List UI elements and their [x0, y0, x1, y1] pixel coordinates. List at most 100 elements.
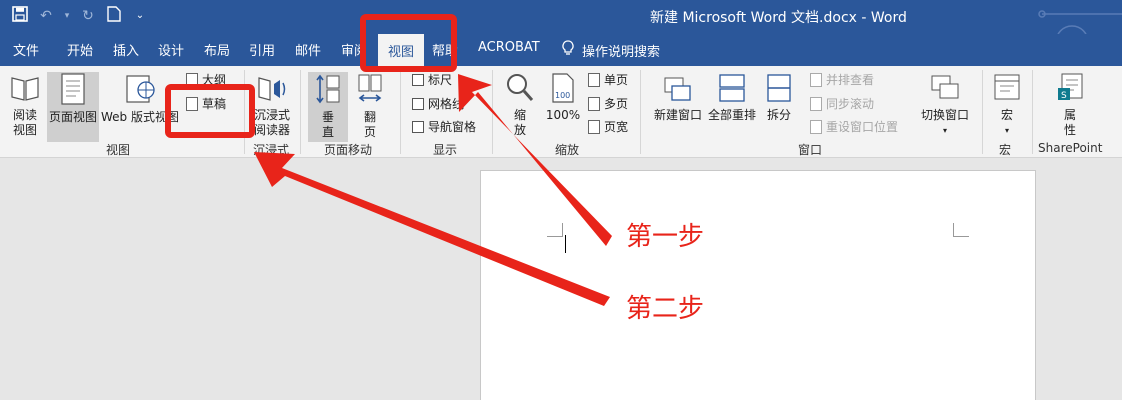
group-label-show: 显示 [433, 143, 458, 157]
sync-scroll-label: 同步滚动 [826, 97, 875, 111]
print-layout-label: 页面视图 [48, 110, 97, 124]
side-to-side-icon [358, 74, 382, 102]
print-layout-button[interactable]: 页面视图 [47, 72, 99, 142]
one-page-button[interactable]: 单页 [588, 71, 628, 88]
arrange-all-button[interactable]: 全部重排 [706, 72, 758, 123]
document-page[interactable] [480, 170, 1036, 400]
switch-windows-icon [931, 75, 959, 99]
group-separator [982, 70, 983, 154]
reset-position-icon [810, 119, 822, 134]
side-by-side-icon [810, 72, 822, 87]
group-label-window: 窗口 [798, 143, 823, 157]
new-window-button[interactable]: 新建窗口 [652, 72, 704, 123]
vertical-scroll-icon [316, 74, 340, 104]
arrange-all-icon [719, 74, 745, 102]
macros-label: 宏 [1000, 108, 1013, 122]
margin-mark-right [953, 223, 969, 237]
customize-undo-icon[interactable]: ▾ [62, 6, 72, 26]
group-label-immersive: 沉浸式 [253, 143, 290, 157]
reset-window-position-label: 重设窗口位置 [826, 120, 899, 134]
one-page-label: 单页 [604, 73, 629, 87]
step2-label: 第二步 [626, 294, 705, 324]
vertical-button[interactable]: 垂 直 [308, 72, 348, 142]
properties-button[interactable]: S 属 性 [1050, 72, 1090, 138]
nav-pane-label: 导航窗格 [428, 120, 477, 134]
switch-windows-button[interactable]: 切换窗口 ▾ [916, 72, 974, 138]
group-label-page-movement: 页面移动 [324, 143, 373, 157]
gridlines-check-icon[interactable] [412, 97, 424, 110]
tab-design[interactable]: 设计 [158, 40, 184, 59]
group-separator [1032, 70, 1033, 154]
ruler-checkbox[interactable]: 标尺 [412, 71, 452, 88]
save-icon[interactable] [10, 6, 30, 26]
print-layout-icon [61, 73, 85, 105]
title-bar: ↶ ▾ ↻ ⌄ 新建 Microsoft Word 文档.docx - Word [0, 0, 1122, 59]
lightbulb-icon [562, 40, 574, 60]
group-separator [400, 70, 401, 154]
tab-acrobat[interactable]: ACROBAT [478, 40, 540, 55]
read-mode-button[interactable]: 阅读 视图 [6, 72, 44, 138]
customize-qat-icon[interactable]: ⌄ [130, 6, 150, 26]
properties-icon: S [1058, 73, 1083, 101]
macros-icon [994, 74, 1020, 100]
tab-home[interactable]: 开始 [67, 40, 93, 59]
tell-me-label: 操作说明搜索 [582, 44, 661, 60]
macros-button[interactable]: 宏 ▾ [990, 72, 1024, 138]
ruler-check-icon[interactable] [412, 73, 424, 86]
properties-label: 属 性 [1063, 108, 1076, 137]
group-label-sharepoint: SharePoint [1038, 141, 1103, 155]
side-to-side-button[interactable]: 翻 页 [352, 72, 388, 140]
tab-insert[interactable]: 插入 [113, 40, 139, 59]
gridlines-checkbox[interactable]: 网格线 [412, 95, 464, 112]
chevron-down-icon: ▾ [1004, 126, 1009, 135]
chevron-down-icon: ▾ [942, 126, 947, 135]
nav-pane-checkbox[interactable]: 导航窗格 [412, 118, 476, 135]
zoom-100-label: 100% [545, 108, 581, 122]
split-label: 拆分 [766, 108, 791, 122]
view-side-by-side-label: 并排查看 [826, 73, 875, 87]
side-to-side-label: 翻 页 [363, 110, 376, 139]
new-window-label: 新建窗口 [653, 108, 702, 122]
sync-scroll-icon [810, 96, 822, 111]
vertical-label: 垂 直 [321, 110, 334, 139]
highlight-draft-button [165, 84, 255, 138]
tab-layout[interactable]: 布局 [204, 40, 230, 59]
quick-access-toolbar: ↶ ▾ ↻ ⌄ [10, 6, 150, 26]
svg-text:100: 100 [555, 91, 570, 100]
highlight-view-tab [360, 14, 457, 72]
group-separator [640, 70, 641, 154]
tab-mailings[interactable]: 邮件 [295, 40, 321, 59]
tab-references[interactable]: 引用 [249, 40, 275, 59]
nav-pane-check-icon[interactable] [412, 120, 424, 133]
page-width-button[interactable]: 页宽 [588, 118, 628, 135]
read-mode-label: 阅读 视图 [12, 108, 37, 137]
ruler-label: 标尺 [428, 73, 453, 87]
page-width-icon [588, 119, 600, 134]
magnifier-icon [507, 74, 534, 101]
tab-file[interactable]: 文件 [13, 40, 39, 59]
new-document-icon[interactable] [104, 6, 124, 26]
group-label-views: 视图 [106, 143, 131, 157]
page-width-label: 页宽 [604, 120, 629, 134]
undo-icon[interactable]: ↶ [36, 6, 56, 26]
multiple-pages-icon [588, 96, 600, 111]
tell-me-search[interactable]: 操作说明搜索 [562, 40, 660, 60]
zoom-100-button[interactable]: 100 100% [545, 72, 581, 123]
multiple-pages-button[interactable]: 多页 [588, 95, 628, 112]
split-button[interactable]: 拆分 [762, 72, 796, 123]
redo-icon[interactable]: ↻ [78, 6, 98, 26]
view-side-by-side-button[interactable]: 并排查看 [810, 71, 874, 88]
svg-text:S: S [1061, 91, 1067, 101]
new-window-icon [664, 77, 691, 101]
sync-scroll-button[interactable]: 同步滚动 [810, 95, 874, 112]
group-separator [492, 70, 493, 154]
split-icon [767, 74, 791, 102]
arrange-all-label: 全部重排 [707, 108, 756, 122]
reset-window-position-button[interactable]: 重设窗口位置 [810, 118, 898, 135]
window-title: 新建 Microsoft Word 文档.docx - Word [650, 10, 907, 26]
group-separator [300, 70, 301, 154]
immersive-reader-button[interactable]: 沉浸式 阅读器 [250, 72, 294, 138]
zoom-label: 缩 放 [513, 108, 526, 137]
zoom-button[interactable]: 缩 放 [500, 72, 540, 138]
ribbon-tab-strip: 文件 开始 插入 设计 布局 引用 邮件 审阅 视图 帮助 ACROBAT 操作… [0, 34, 1122, 66]
